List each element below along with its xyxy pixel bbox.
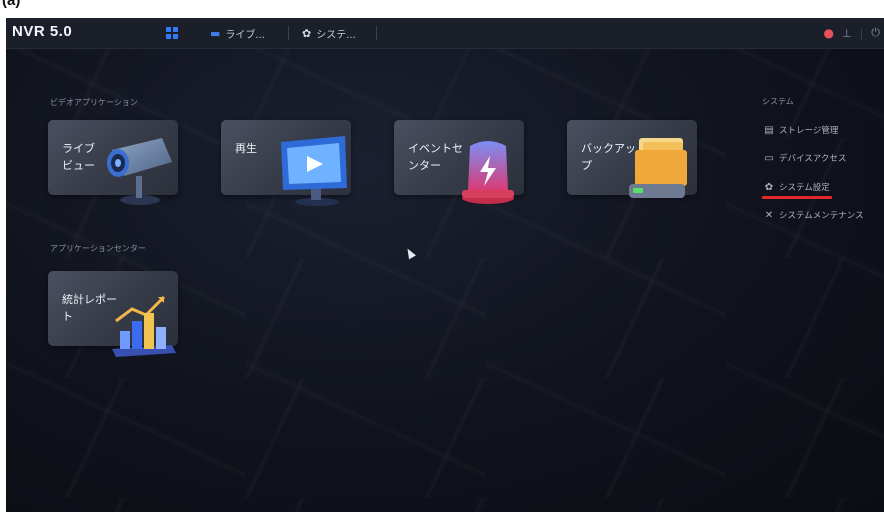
menu-item-label: デバイスアクセス: [779, 154, 847, 164]
menu-item-label: システムメンテナンス: [779, 211, 864, 221]
highlight-underline: [762, 196, 832, 199]
tab-divider: [288, 26, 289, 40]
card-event-center[interactable]: イベントセ ンター: [394, 120, 524, 204]
device-icon: ▭: [764, 152, 774, 164]
tab-system[interactable]: ✿ システ...: [302, 24, 356, 42]
power-icon[interactable]: ⏻: [871, 26, 880, 40]
section-title-app-center: アプリケーションセンター: [50, 244, 146, 253]
folder-drive-icon: [629, 138, 687, 198]
monitor-play-icon: [281, 136, 347, 206]
bar-chart-icon: [112, 295, 176, 357]
gear-icon: ✿: [764, 181, 774, 193]
menu-item-storage-management[interactable]: ▤ ストレージ管理: [764, 124, 839, 137]
tab-system-label: システ...: [316, 29, 356, 41]
home-tab[interactable]: [162, 24, 182, 42]
tab-divider: [376, 26, 377, 40]
camera-icon: [107, 138, 172, 205]
menu-item-system-settings[interactable]: ✿ システム設定: [764, 181, 830, 194]
card-backup[interactable]: バックアッ プ: [567, 120, 697, 198]
card-statistics-report[interactable]: 統計レポー ト: [48, 271, 178, 357]
card-live-view[interactable]: ライブ ビュー: [48, 120, 178, 205]
menu-item-label: システム設定: [779, 183, 830, 193]
home-grid-icon: [166, 27, 178, 39]
gear-icon: ✿: [302, 26, 312, 40]
top-bar: NVR 5.0 ▬ ライブ... ✿ システ... ● ⊥ | ⏻: [6, 18, 884, 49]
menu-item-system-maintenance[interactable]: ✕ システムメンテナンス: [764, 209, 864, 222]
divider: |: [859, 26, 864, 40]
menu-item-device-access[interactable]: ▭ デバイスアクセス: [764, 152, 847, 165]
nvr-screen: NVR 5.0 ▬ ライブ... ✿ システ... ● ⊥ | ⏻ ビデオアプリ…: [6, 18, 884, 512]
mouse-cursor: [404, 246, 416, 260]
download-icon[interactable]: ⊥: [842, 27, 852, 40]
app-logo: NVR 5.0: [12, 23, 73, 40]
alarm-icon[interactable]: ●: [824, 26, 834, 40]
top-right-controls: ● ⊥ | ⏻: [824, 24, 881, 42]
alarm-beacon-icon: [462, 141, 514, 204]
camera-icon: ▬: [210, 26, 221, 40]
storage-icon: ▤: [764, 124, 774, 136]
system-panel-title: システム: [762, 97, 794, 106]
tab-live-view[interactable]: ▬ ライブ...: [210, 24, 265, 42]
card-playback[interactable]: 再生: [221, 120, 351, 206]
figure-label: (a): [2, 0, 21, 9]
menu-item-label: ストレージ管理: [779, 126, 839, 136]
wrench-icon: ✕: [764, 209, 774, 221]
tab-live-view-label: ライブ...: [225, 29, 265, 41]
section-title-video-apps: ビデオアプリケーション: [50, 98, 138, 107]
